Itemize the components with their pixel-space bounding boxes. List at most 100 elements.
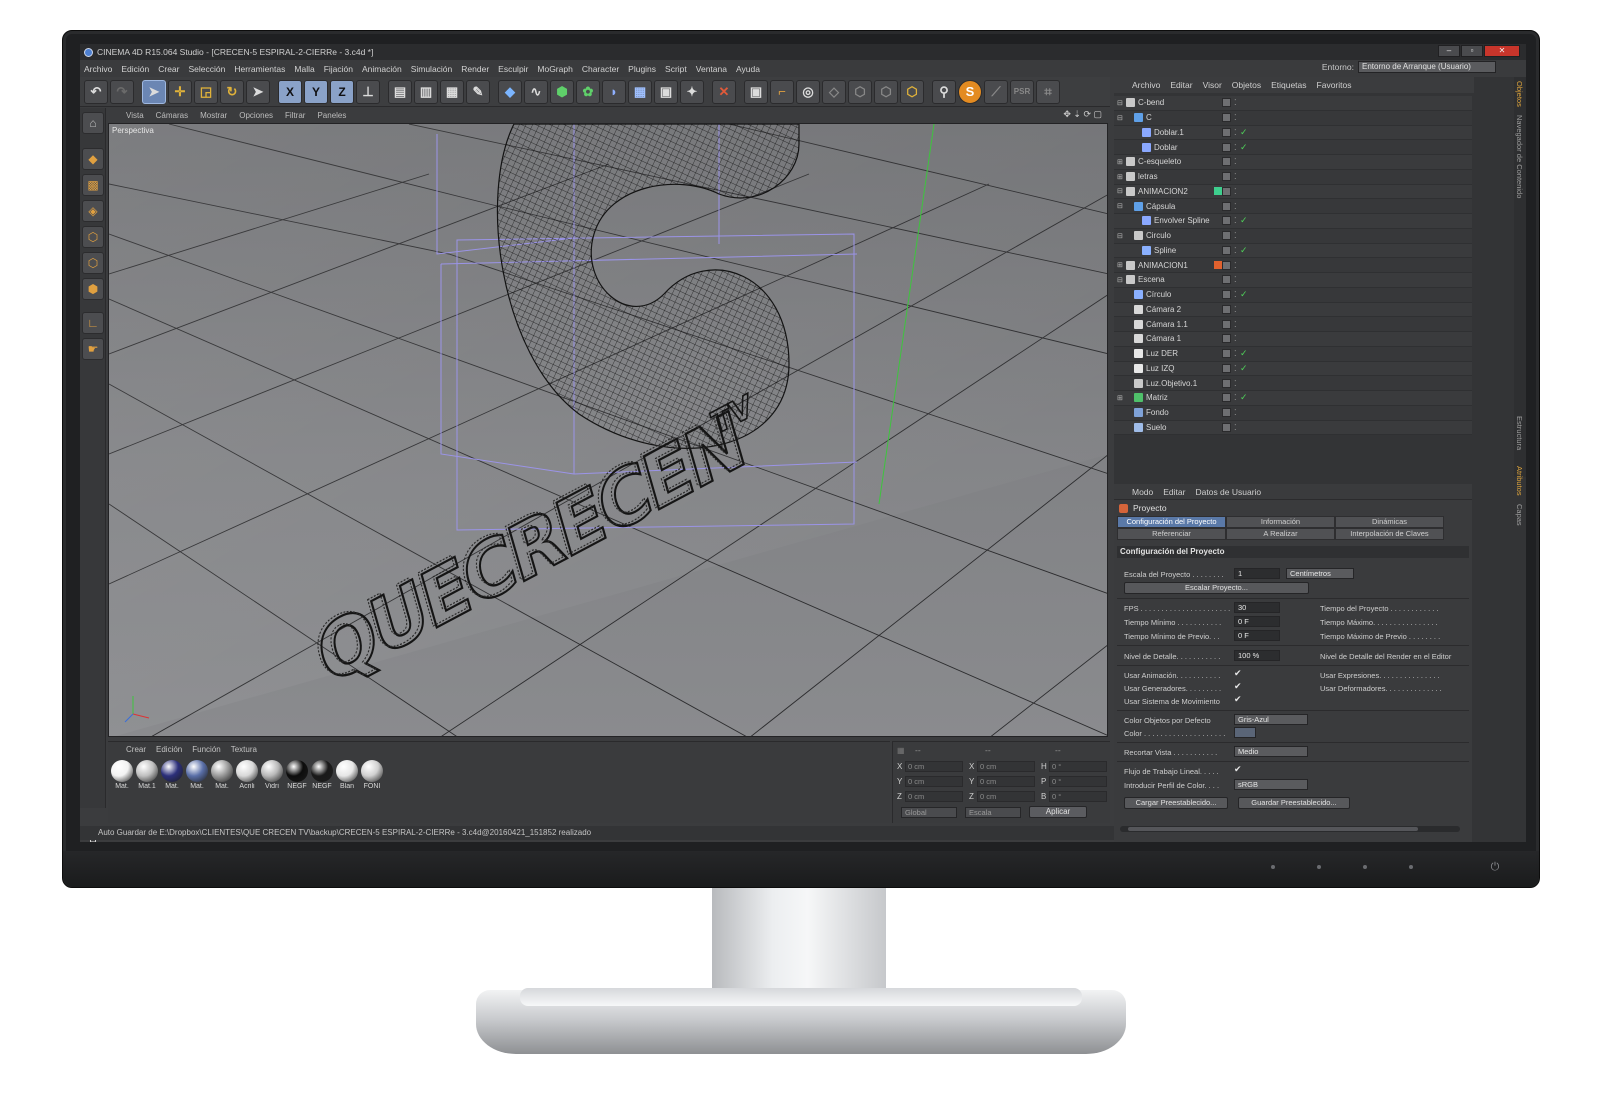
object-menu-item[interactable]: Etiquetas	[1271, 80, 1306, 90]
linear-workflow-checkbox[interactable]: ✔	[1234, 764, 1242, 775]
editor-render-dots[interactable]: ⁚	[1234, 320, 1236, 329]
material-swatch[interactable]: Mat.1	[135, 760, 159, 790]
menu-item[interactable]: Archivo	[84, 64, 112, 74]
menu-item[interactable]: Fijación	[324, 64, 353, 74]
texture-mode-icon[interactable]: ▩	[82, 174, 104, 196]
menu-item[interactable]: MoGraph	[537, 64, 572, 74]
object-row[interactable]: Luz DER ⁚ ✓	[1114, 346, 1472, 362]
object-row[interactable]: Suelo ⁚	[1114, 420, 1472, 436]
object-row[interactable]: Círculo ⁚ ✓	[1114, 287, 1472, 303]
editor-render-dots[interactable]: ⁚	[1234, 349, 1236, 358]
material-swatch[interactable]: Mat.	[160, 760, 184, 790]
z-axis-lock-icon[interactable]: Z	[330, 79, 354, 104]
material-menu-item[interactable]: Función	[192, 745, 220, 754]
editor-render-dots[interactable]: ⁚	[1234, 379, 1236, 388]
rotate-icon[interactable]: ↻	[220, 79, 244, 104]
edges-mode-icon[interactable]: ◇	[822, 79, 846, 104]
material-swatch[interactable]: FONI	[360, 760, 384, 790]
make-editable-icon[interactable]: ▣	[744, 79, 768, 104]
coord-field[interactable]: 0 cm	[905, 775, 963, 787]
visibility-toggle[interactable]	[1222, 319, 1231, 329]
color-profile-dropdown[interactable]: sRGB	[1234, 779, 1308, 790]
object-menu-item[interactable]: Visor	[1203, 80, 1222, 90]
enabled-check-icon[interactable]: ✓	[1240, 289, 1248, 300]
coord-field[interactable]: 0 cm	[977, 760, 1035, 772]
attribute-menu-item[interactable]: Datos de Usuario	[1195, 487, 1261, 497]
use-motion-checkbox[interactable]: ✔	[1234, 694, 1242, 705]
color-swatch[interactable]	[1234, 727, 1256, 738]
maximize-button[interactable]: ▫	[1461, 45, 1483, 57]
viewport-menu-item[interactable]: Cámaras	[156, 111, 188, 120]
camera-icon[interactable]: ▣	[654, 79, 678, 104]
visibility-toggle[interactable]	[1222, 378, 1231, 388]
enabled-check-icon[interactable]: ✓	[1240, 127, 1248, 138]
visibility-toggle[interactable]	[1222, 275, 1231, 285]
object-row[interactable]: ⊞ C-esqueleto ⁚	[1114, 155, 1472, 170]
expand-toggle-icon[interactable]: ⊞	[1117, 394, 1123, 402]
visibility-toggle[interactable]	[1222, 186, 1231, 196]
use-generators-checkbox[interactable]: ✔	[1234, 681, 1242, 692]
workplane-mode-icon[interactable]: ◈	[82, 200, 104, 222]
object-row[interactable]: Doblar ⁚ ✓	[1114, 140, 1472, 155]
make-editable-icon[interactable]: ⌂	[82, 112, 104, 134]
object-menu-item[interactable]: Archivo	[1132, 80, 1160, 90]
coord-field[interactable]: 0 °	[1049, 760, 1107, 772]
coord-scale-dropdown[interactable]: Escala	[965, 806, 1021, 818]
minimize-button[interactable]: –	[1438, 45, 1460, 57]
object-menu-item[interactable]: Objetos	[1232, 80, 1261, 90]
render-region-icon[interactable]: ✕	[712, 79, 736, 104]
object-row[interactable]: ⊟ Cápsula ⁚	[1114, 199, 1472, 214]
object-row[interactable]: ⊟ C ⁚	[1114, 110, 1472, 126]
menu-item[interactable]: Crear	[158, 64, 179, 74]
material-swatch[interactable]: Mat.	[185, 760, 209, 790]
min-preview-field[interactable]: 0 F	[1234, 630, 1280, 641]
visibility-toggle[interactable]	[1222, 290, 1231, 300]
editor-render-dots[interactable]: ⁚	[1234, 393, 1236, 402]
render-view-icon[interactable]: ▤	[388, 79, 412, 104]
enabled-check-icon[interactable]: ✓	[1240, 348, 1248, 359]
expand-toggle-icon[interactable]: ⊟	[1117, 232, 1123, 240]
attribute-tab[interactable]: A Realizar	[1226, 528, 1335, 540]
save-preset-button[interactable]: Guardar Preestablecido...	[1238, 797, 1350, 809]
menu-item[interactable]: Character	[582, 64, 619, 74]
editor-render-dots[interactable]: ⁚	[1234, 202, 1236, 211]
enabled-check-icon[interactable]: ✓	[1240, 215, 1248, 226]
render-picture-viewer-icon[interactable]: ▥	[414, 79, 438, 104]
enabled-check-icon[interactable]: ✓	[1240, 392, 1248, 403]
deformer-icon[interactable]: ◗	[602, 79, 626, 104]
editor-render-dots[interactable]: ⁚	[1234, 143, 1236, 152]
menu-item[interactable]: Ventana	[696, 64, 727, 74]
editor-render-dots[interactable]: ⁚	[1234, 98, 1236, 107]
visibility-toggle[interactable]	[1222, 113, 1231, 123]
material-swatch[interactable]: Vidri	[260, 760, 284, 790]
clip-dropdown[interactable]: Medio	[1234, 746, 1308, 757]
material-swatch[interactable]: NEGF	[285, 760, 309, 790]
scrollbar-thumb[interactable]	[1128, 827, 1418, 831]
object-row[interactable]: ⊟ ANIMACION2 ⁚	[1114, 184, 1472, 200]
object-row[interactable]: ⊞ ANIMACION1 ⁚	[1114, 258, 1472, 273]
editor-render-dots[interactable]: ⁚	[1234, 246, 1236, 255]
menu-item[interactable]: Script	[665, 64, 687, 74]
side-tab-layers[interactable]: Capas	[1514, 500, 1525, 530]
uv-mode-icon[interactable]: ⬡	[874, 79, 898, 104]
recent-tool-icon[interactable]: ➤	[246, 79, 270, 104]
object-row[interactable]: Fondo ⁚	[1114, 405, 1472, 421]
object-row[interactable]: Envolver Spline ⁚ ✓	[1114, 214, 1472, 229]
side-tab-content-browser[interactable]: Navegador de Contenido	[1514, 111, 1525, 202]
axis-mode-icon[interactable]: ⌐	[770, 79, 794, 104]
point-mode-icon[interactable]: ⬡	[82, 226, 104, 248]
menu-item[interactable]: Plugins	[628, 64, 656, 74]
editor-render-dots[interactable]: ⁚	[1234, 157, 1236, 166]
expand-toggle-icon[interactable]: ⊟	[1117, 276, 1123, 284]
attribute-tab[interactable]: Información	[1226, 516, 1335, 528]
viewport-menu-item[interactable]: Paneles	[317, 111, 346, 120]
use-animation-checkbox[interactable]: ✔	[1234, 668, 1242, 679]
viewport-navigation-icon[interactable]: ✥ ⇣ ⟳ ▢	[1063, 109, 1102, 120]
editor-render-dots[interactable]: ⁚	[1234, 305, 1236, 314]
editor-render-dots[interactable]: ⁚	[1234, 290, 1236, 299]
menu-item[interactable]: Selección	[189, 64, 226, 74]
enabled-check-icon[interactable]: ✓	[1240, 363, 1248, 374]
side-tab-structure[interactable]: Estructura	[1514, 412, 1525, 454]
viewport-menu-item[interactable]: Mostrar	[200, 111, 227, 120]
spline-pen-icon[interactable]: ∿	[524, 79, 548, 104]
